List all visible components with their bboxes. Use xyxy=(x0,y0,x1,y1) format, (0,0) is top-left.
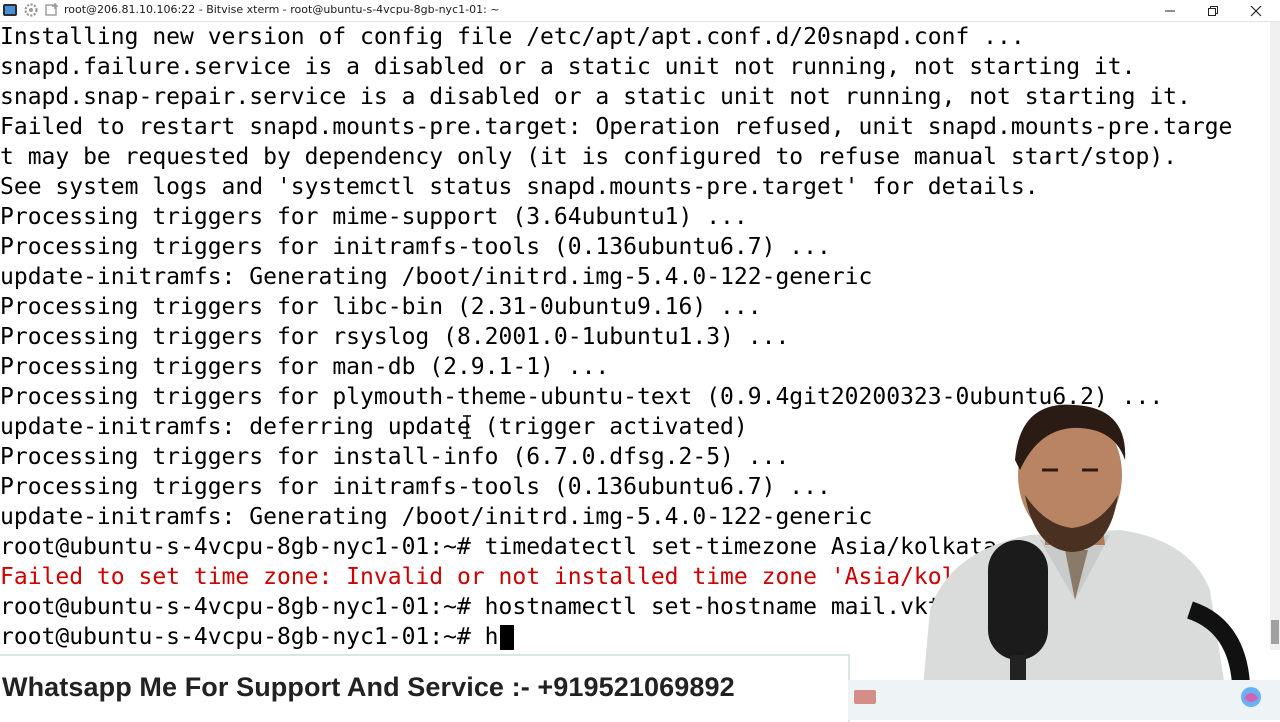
presenter-video xyxy=(920,404,1251,720)
close-icon xyxy=(1250,5,1262,16)
terminal-line: Processing triggers for mime-support (3.… xyxy=(0,204,748,230)
webcam-overlay xyxy=(860,400,1280,720)
terminal-line: Processing triggers for rsyslog (8.2001.… xyxy=(0,324,790,350)
terminal-line: update-initramfs: Generating /boot/initr… xyxy=(0,264,873,290)
restore-button[interactable] xyxy=(1191,0,1235,21)
text-ibeam-cursor-icon xyxy=(463,415,471,439)
text-cursor xyxy=(499,624,514,650)
window-titlebar: root@206.81.10.106:22 - Bitvise xterm - … xyxy=(0,0,1280,22)
terminal-line: Processing triggers for man-db (2.9.1-1)… xyxy=(0,354,610,380)
terminal-line: Installing new version of config file /e… xyxy=(0,24,1025,50)
settings-icon[interactable] xyxy=(23,2,39,18)
terminal-error-line: Failed to set time zone: Invalid or not … xyxy=(0,564,984,590)
terminal-line: snapd.snap-repair.service is a disabled … xyxy=(0,84,1191,110)
terminal-line: Processing triggers for initramfs-tools … xyxy=(0,474,831,500)
support-banner-text: Whatsapp Me For Support And Service :- +… xyxy=(2,672,735,702)
terminal-line: snapd.failure.service is a disabled or a… xyxy=(0,54,1136,80)
terminal-command-line: root@ubuntu-s-4vcpu-8gb-nyc1-01:~# timed… xyxy=(0,534,997,560)
terminal-line: Processing triggers for libc-bin (2.31-0… xyxy=(0,294,762,320)
terminal-line: update-initramfs: Generating /boot/initr… xyxy=(0,504,873,530)
terminal-line: t may be requested by dependency only (i… xyxy=(0,144,1178,170)
restore-icon xyxy=(1208,5,1218,16)
support-banner: Whatsapp Me For Support And Service :- +… xyxy=(0,654,850,722)
terminal-prompt-text: root@ubuntu-s-4vcpu-8gb-nyc1-01:~# h xyxy=(0,624,499,650)
taskbar-app-icon[interactable] xyxy=(852,684,878,710)
terminal-line: Processing triggers for install-info (6.… xyxy=(0,444,790,470)
terminal-line: See system logs and 'systemctl status sn… xyxy=(0,174,1039,200)
copilot-icon[interactable] xyxy=(1238,684,1264,710)
terminal-line: Failed to restart snapd.mounts-pre.targe… xyxy=(0,114,1233,140)
minimize-button[interactable] xyxy=(1148,0,1192,21)
terminal-line: Processing triggers for initramfs-tools … xyxy=(0,234,831,260)
new-window-icon[interactable] xyxy=(44,2,60,18)
xterm-app-icon[interactable] xyxy=(2,2,18,18)
taskbar-fragment xyxy=(848,680,1280,720)
window-title: root@206.81.10.106:22 - Bitvise xterm - … xyxy=(64,3,500,16)
terminal-line: update-initramfs: deferring update (trig… xyxy=(0,414,748,440)
minimize-icon xyxy=(1165,10,1175,11)
close-button[interactable] xyxy=(1234,0,1278,21)
terminal-prompt-line[interactable]: root@ubuntu-s-4vcpu-8gb-nyc1-01:~# h xyxy=(0,622,514,650)
terminal-command-line: root@ubuntu-s-4vcpu-8gb-nyc1-01:~# hostn… xyxy=(0,594,942,620)
